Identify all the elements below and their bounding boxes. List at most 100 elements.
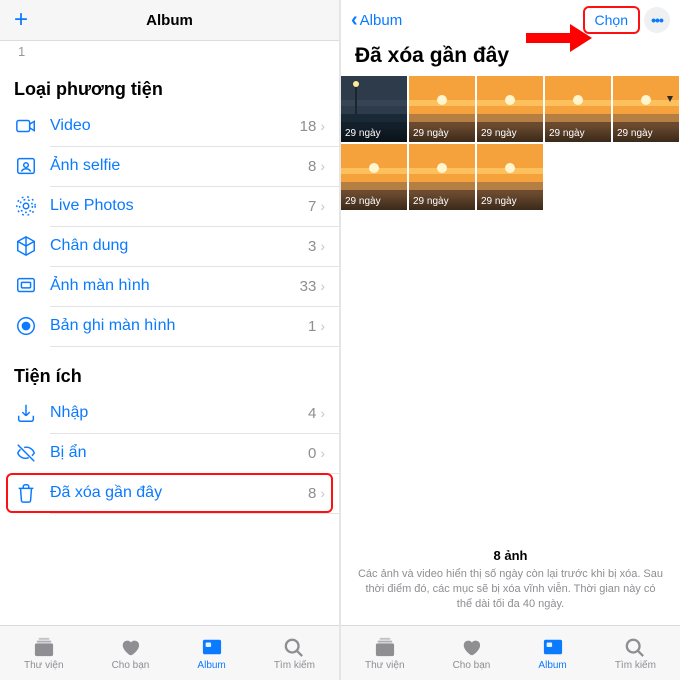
days-remaining: 29 ngày	[341, 193, 407, 210]
photo-thumb[interactable]: 29 ngày	[477, 144, 543, 210]
page-title: Đã xóa gần đây	[341, 40, 680, 76]
chevron-right-icon: ›	[320, 118, 325, 134]
row-label: Bị ẩn	[50, 444, 308, 462]
left-header: + Album	[0, 0, 339, 41]
tab-label: Thư viện	[24, 660, 64, 671]
utilities-header: Tiện ích	[0, 346, 339, 393]
tab-lib[interactable]: Thư viện	[24, 636, 64, 671]
days-remaining: 29 ngày	[341, 125, 407, 142]
more-icon: •••	[651, 12, 663, 28]
cube-icon	[14, 234, 38, 258]
row-label: Video	[50, 117, 300, 135]
tab-label: Cho bạn	[453, 660, 491, 671]
tab-label: Album	[197, 660, 225, 671]
photo-thumb[interactable]: 29 ngày	[545, 76, 611, 142]
tab-for[interactable]: Cho bạn	[453, 636, 491, 671]
photo-grid: 29 ngày 29 ngày 29 ngày 29 ngày 29 ngày	[341, 76, 680, 210]
row-cube[interactable]: Chân dung 3 ›	[0, 226, 339, 266]
photo-thumb[interactable]: 29 ngày	[409, 144, 475, 210]
tab-alb[interactable]: Album	[197, 636, 225, 671]
video-icon	[14, 114, 38, 138]
add-icon[interactable]: +	[14, 8, 28, 32]
photo-thumb[interactable]: 29 ngày	[613, 76, 679, 142]
row-video[interactable]: Video 18 ›	[0, 106, 339, 146]
tab-label: Thư viện	[365, 660, 405, 671]
chevron-right-icon: ›	[320, 405, 325, 421]
more-button[interactable]: •••	[644, 7, 670, 33]
chevron-right-icon: ›	[320, 198, 325, 214]
chevron-right-icon: ›	[320, 318, 325, 334]
back-button[interactable]: ‹ Album	[351, 12, 402, 29]
days-remaining: 29 ngày	[409, 193, 475, 210]
row-live[interactable]: Live Photos 7 ›	[0, 186, 339, 226]
chevron-right-icon: ›	[320, 158, 325, 174]
row-label: Ảnh màn hình	[50, 277, 300, 295]
screen-icon	[14, 274, 38, 298]
chevron-right-icon: ›	[320, 238, 325, 254]
days-remaining: 29 ngày	[477, 193, 543, 210]
photo-count: 8 ảnh	[357, 548, 664, 563]
alb-icon	[541, 636, 565, 658]
days-remaining: 29 ngày	[409, 125, 475, 142]
row-label: Đã xóa gần đây	[50, 484, 308, 502]
tab-bar: Thư viện Cho bạn Album Tìm kiếm	[0, 625, 339, 680]
media-types-header: Loại phương tiện	[0, 59, 339, 106]
tab-label: Cho bạn	[112, 660, 150, 671]
tab-for[interactable]: Cho bạn	[112, 636, 150, 671]
footer-message: Các ảnh và video hiển thị số ngày còn lạ…	[357, 567, 664, 612]
row-label: Chân dung	[50, 237, 308, 255]
select-label: Chọn	[595, 12, 628, 28]
row-count: 0	[308, 445, 316, 462]
tab-search[interactable]: Tìm kiếm	[615, 636, 656, 671]
row-count: 18	[300, 118, 317, 135]
photo-thumb[interactable]: 29 ngày	[477, 76, 543, 142]
row-rec[interactable]: Bản ghi màn hình 1 ›	[0, 306, 339, 346]
row-count: 8	[308, 485, 316, 502]
trash-icon	[14, 481, 38, 505]
row-label: Bản ghi màn hình	[50, 317, 308, 335]
left-header-title: Album	[146, 12, 193, 29]
row-count: 8	[308, 158, 316, 175]
photo-thumb[interactable]: 29 ngày	[341, 76, 407, 142]
row-import[interactable]: Nhập 4 ›	[0, 393, 339, 433]
left-scroll[interactable]: 1 Loại phương tiện Video 18 › Ảnh selfie…	[0, 41, 339, 625]
chevron-left-icon: ‹	[351, 13, 358, 27]
section-count: 1	[0, 41, 339, 59]
tab-label: Tìm kiếm	[615, 660, 656, 671]
row-trash[interactable]: Đã xóa gần đây 8 ›	[0, 473, 339, 513]
selfie-icon	[14, 154, 38, 178]
row-screen[interactable]: Ảnh màn hình 33 ›	[0, 266, 339, 306]
days-remaining: 29 ngày	[613, 125, 679, 142]
row-hidden[interactable]: Bị ẩn 0 ›	[0, 433, 339, 473]
row-count: 33	[300, 278, 317, 295]
row-count: 7	[308, 198, 316, 215]
chevron-right-icon: ›	[320, 278, 325, 294]
row-label: Ảnh selfie	[50, 157, 308, 175]
import-icon	[14, 401, 38, 425]
photo-thumb[interactable]: 29 ngày	[409, 76, 475, 142]
album-list-pane: + Album 1 Loại phương tiện Video 18 › Ản…	[0, 0, 339, 680]
chevron-right-icon: ›	[320, 445, 325, 461]
tab-search[interactable]: Tìm kiếm	[274, 636, 315, 671]
search-icon	[282, 636, 306, 658]
select-button[interactable]: Chọn	[587, 9, 636, 31]
lib-icon	[32, 636, 56, 658]
row-label: Live Photos	[50, 197, 308, 215]
days-remaining: 29 ngày	[545, 125, 611, 142]
tab-label: Tìm kiếm	[274, 660, 315, 671]
hidden-icon	[14, 441, 38, 465]
tab-alb[interactable]: Album	[538, 636, 566, 671]
days-remaining: 29 ngày	[477, 125, 543, 142]
right-header: ‹ Album Chọn •••	[341, 0, 680, 40]
tab-lib[interactable]: Thư viện	[365, 636, 405, 671]
photo-thumb[interactable]: 29 ngày	[341, 144, 407, 210]
tab-bar: Thư viện Cho bạn Album Tìm kiếm	[341, 625, 680, 680]
row-label: Nhập	[50, 404, 308, 422]
row-count: 3	[308, 238, 316, 255]
rec-icon	[14, 314, 38, 338]
for-icon	[459, 636, 483, 658]
footer-info: 8 ảnh Các ảnh và video hiển thị số ngày …	[341, 542, 680, 626]
row-count: 4	[308, 405, 316, 422]
search-icon	[623, 636, 647, 658]
row-selfie[interactable]: Ảnh selfie 8 ›	[0, 146, 339, 186]
